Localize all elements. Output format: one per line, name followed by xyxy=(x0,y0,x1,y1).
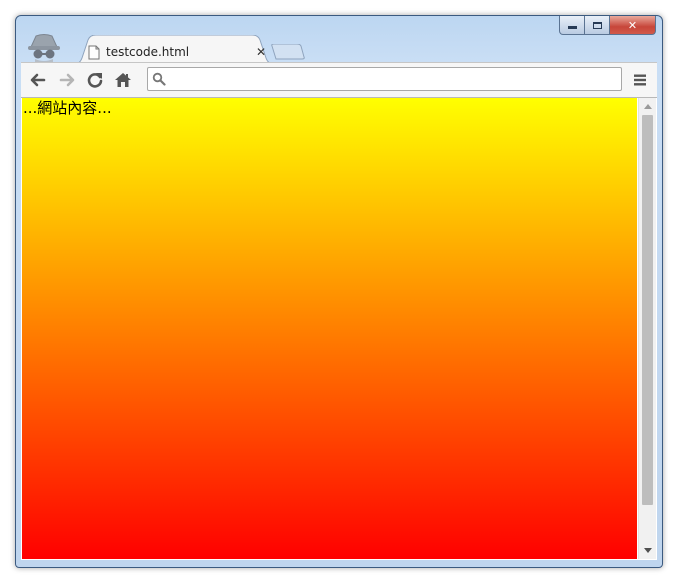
close-icon: ✕ xyxy=(627,18,638,32)
home-button[interactable] xyxy=(112,69,134,91)
forward-button[interactable] xyxy=(56,69,78,91)
address-input[interactable] xyxy=(170,70,615,88)
address-bar[interactable] xyxy=(147,67,622,91)
page-content-text: ...網站內容... xyxy=(23,99,112,117)
reload-icon xyxy=(87,73,103,88)
menu-button[interactable] xyxy=(629,69,651,91)
minimize-icon xyxy=(567,26,577,29)
new-tab-button[interactable] xyxy=(271,44,305,60)
home-icon xyxy=(115,73,131,87)
scrollbar-thumb[interactable] xyxy=(642,115,653,505)
back-button[interactable] xyxy=(27,69,49,91)
tab-close-button[interactable]: ✕ xyxy=(254,45,268,59)
minimize-button[interactable] xyxy=(559,16,585,35)
scroll-down-button[interactable] xyxy=(639,543,656,558)
maximize-icon xyxy=(592,21,602,29)
tab-close-icon: ✕ xyxy=(255,45,267,59)
search-icon xyxy=(152,71,166,90)
scroll-up-button[interactable] xyxy=(639,99,656,114)
vertical-scrollbar[interactable] xyxy=(638,98,656,559)
scroll-down-icon xyxy=(643,548,652,553)
file-icon xyxy=(88,45,100,60)
hamburger-menu-icon xyxy=(634,74,646,86)
window-controls: ✕ xyxy=(559,16,656,36)
maximize-button[interactable] xyxy=(585,16,610,35)
browser-window: ✕ testcode.html ✕ ...網站內容... xyxy=(15,15,663,568)
arrow-left-icon xyxy=(30,73,46,87)
page-gradient-background: ...網站內容... xyxy=(22,98,637,559)
content-viewport: ...網站內容... xyxy=(21,97,657,560)
incognito-icon xyxy=(27,32,61,62)
close-window-button[interactable]: ✕ xyxy=(610,16,656,35)
tab-title: testcode.html xyxy=(106,45,190,59)
scroll-up-icon xyxy=(643,104,652,109)
reload-button[interactable] xyxy=(84,69,106,91)
arrow-right-icon xyxy=(59,73,75,87)
toolbar xyxy=(21,62,657,97)
tab-active[interactable]: testcode.html ✕ xyxy=(88,42,268,62)
